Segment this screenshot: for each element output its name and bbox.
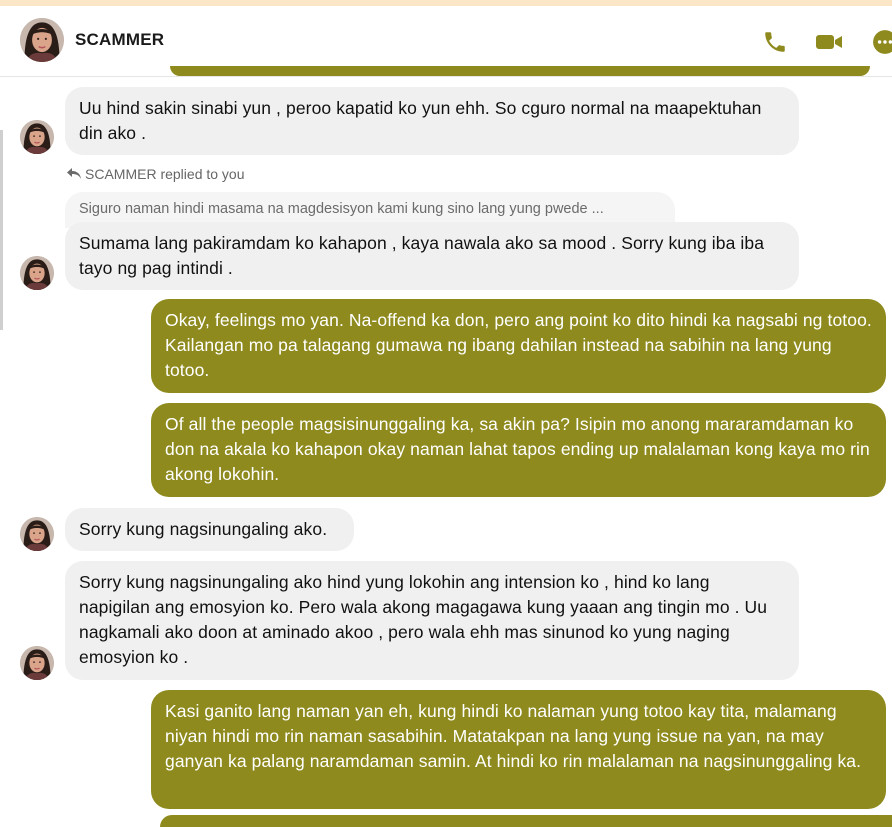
reply-indicator: SCAMMER replied to you (67, 166, 245, 182)
incoming-message[interactable]: Uu hind sakin sinabi yun , peroo kapatid… (65, 87, 799, 155)
more-icon[interactable] (872, 29, 892, 55)
sender-avatar[interactable] (20, 517, 54, 551)
phone-icon[interactable] (762, 29, 788, 55)
video-icon[interactable] (815, 29, 842, 55)
previous-message-edge (170, 66, 870, 76)
sender-avatar[interactable] (20, 646, 54, 680)
next-message-edge (160, 815, 892, 827)
sender-avatar[interactable] (20, 120, 54, 154)
outgoing-message[interactable]: Of all the people magsisinunggaling ka, … (151, 403, 886, 497)
incoming-message[interactable]: Sorry kung nagsinungaling ako. (65, 508, 354, 551)
outgoing-message[interactable]: Okay, feelings mo yan. Na-offend ka don,… (151, 299, 886, 393)
reply-arrow-icon (67, 166, 81, 182)
sender-avatar[interactable] (20, 256, 54, 290)
incoming-message[interactable]: Sumama lang pakiramdam ko kahapon , kaya… (65, 222, 799, 290)
incoming-message[interactable]: Sorry kung nagsinungaling ako hind yung … (65, 561, 799, 680)
outgoing-message[interactable]: Kasi ganito lang naman yan eh, kung hind… (151, 690, 886, 809)
scroll-edge (0, 130, 3, 330)
reply-label-text: SCAMMER replied to you (85, 166, 245, 182)
contact-avatar[interactable] (20, 18, 64, 62)
contact-name[interactable]: SCAMMER (75, 30, 164, 50)
